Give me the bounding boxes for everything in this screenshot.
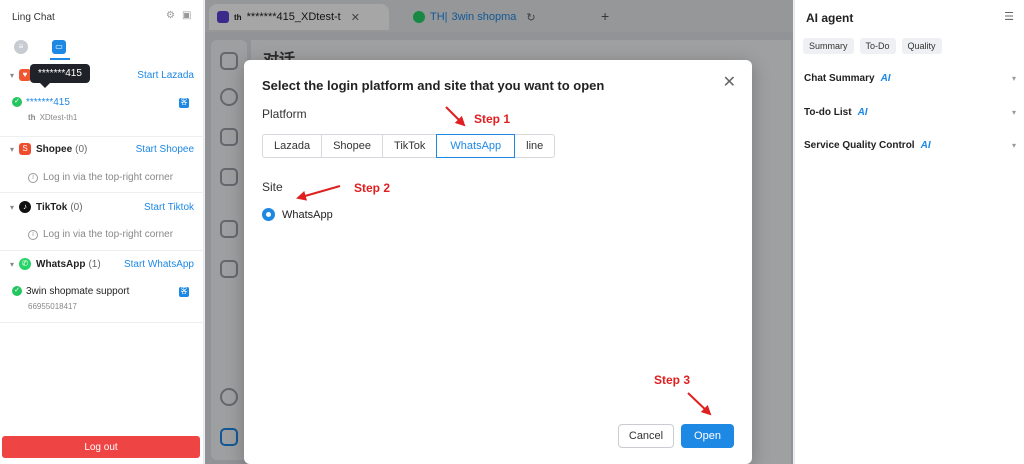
shopee-empty-hint: i Log in via the top-right corner xyxy=(28,172,173,183)
site-option-label: WhatsApp xyxy=(282,208,333,221)
account-name: *******415 xyxy=(26,97,70,108)
cancel-button[interactable]: Cancel xyxy=(618,424,674,448)
chip-summary[interactable]: Summary xyxy=(803,38,854,54)
empty-hint-text: Log in via the top-right corner xyxy=(43,229,174,240)
site-option-whatsapp[interactable]: WhatsApp xyxy=(262,208,333,221)
platform-name: WhatsApp xyxy=(36,258,86,270)
online-check-icon: ✓ xyxy=(12,97,22,108)
platform-count: (1) xyxy=(88,258,101,270)
account-tooltip: *******415 xyxy=(30,64,90,88)
empty-hint-text: Log in via the top-right corner xyxy=(43,172,174,183)
divider xyxy=(0,136,204,137)
list-mode-icon[interactable]: ≡ xyxy=(14,40,28,54)
chip-quality[interactable]: Quality xyxy=(901,38,942,54)
lazada-account[interactable]: ✓ *******415 th XDtest-th1 xyxy=(12,97,77,122)
chevron-down-icon[interactable]: ▾ xyxy=(10,203,14,212)
start-tiktok-link[interactable]: Start Tiktok xyxy=(144,202,194,213)
mode-switch: ≡ ▭ xyxy=(14,40,66,54)
step3-annotation: Step 3 xyxy=(654,373,691,387)
panel-chips: Summary To-Do Quality xyxy=(803,38,942,54)
account-badge-icon: 客 xyxy=(179,287,189,297)
settings-icon[interactable]: ⚙ xyxy=(166,11,176,21)
start-lazada-link[interactable]: Start Lazada xyxy=(137,70,194,81)
account-name: 3win shopmate support xyxy=(26,286,130,297)
shopee-icon: S xyxy=(19,143,32,155)
section-label: Chat Summary xyxy=(804,73,875,84)
ai-sparkle-icon: AI xyxy=(920,140,931,151)
section-service-quality[interactable]: Service Quality Control AI ▾ xyxy=(804,140,1016,151)
platform-selector: Lazada Shopee TikTok WhatsApp line xyxy=(262,134,556,158)
ai-agent-panel: AI agent ☰ Summary To-Do Quality Chat Su… xyxy=(794,0,1024,464)
panel-title: AI agent xyxy=(806,11,854,25)
divider xyxy=(0,192,204,193)
app-title: Ling Chat xyxy=(12,12,55,23)
collapse-panel-icon[interactable]: ☰ xyxy=(1004,10,1014,23)
account-sub-name: XDtest-th1 xyxy=(39,113,78,122)
tiktok-empty-hint: i Log in via the top-right corner xyxy=(28,229,173,240)
site-label: Site xyxy=(262,180,283,194)
start-shopee-link[interactable]: Start Shopee xyxy=(136,144,194,155)
step2-annotation: Step 2 xyxy=(354,181,391,195)
close-icon[interactable]: ✕ xyxy=(723,72,736,92)
platform-option-whatsapp[interactable]: WhatsApp xyxy=(436,134,516,158)
radio-selected-icon[interactable] xyxy=(262,208,275,221)
ai-sparkle-icon: AI xyxy=(880,73,891,84)
account-sub: th XDtest-th1 xyxy=(28,113,77,122)
whatsapp-icon: ✆ xyxy=(19,258,32,270)
section-label: Service Quality Control xyxy=(804,140,915,151)
account-sub: 66955018417 xyxy=(28,302,77,311)
platform-count: (0) xyxy=(70,201,83,213)
info-icon: i xyxy=(28,172,38,183)
chevron-down-icon[interactable]: ▾ xyxy=(1012,108,1016,117)
platform-label: Platform xyxy=(262,107,307,121)
platform-name: TikTok xyxy=(36,201,68,213)
mode-underline xyxy=(50,58,70,60)
chevron-down-icon[interactable]: ▾ xyxy=(10,71,14,80)
info-icon: i xyxy=(28,229,38,240)
window-icon[interactable]: ▣ xyxy=(182,11,192,21)
start-whatsapp-link[interactable]: Start WhatsApp xyxy=(124,259,194,270)
platform-option-shopee[interactable]: Shopee xyxy=(321,134,384,158)
platform-name: Shopee xyxy=(36,143,73,155)
platform-row-whatsapp[interactable]: ▾ ✆ WhatsApp (1) Start WhatsApp xyxy=(0,253,204,275)
dialog-title: Select the login platform and site that … xyxy=(262,78,605,93)
section-label: To-do List xyxy=(804,107,852,118)
section-todo-list[interactable]: To-do List AI ▾ xyxy=(804,107,1016,118)
online-check-icon: ✓ xyxy=(12,286,22,297)
logout-button[interactable]: Log out xyxy=(2,436,200,458)
platform-option-line[interactable]: line xyxy=(514,134,556,158)
tiktok-icon: ♪ xyxy=(19,201,32,213)
chevron-down-icon[interactable]: ▾ xyxy=(10,145,14,154)
divider xyxy=(0,250,204,251)
left-sidebar: Ling Chat ⚙ ▣ ≡ ▭ ▾ ♥ Start Lazada ✓ ****… xyxy=(0,0,204,464)
platform-option-tiktok[interactable]: TikTok xyxy=(382,134,438,158)
account-sub-prefix: th xyxy=(28,113,36,122)
platform-option-lazada[interactable]: Lazada xyxy=(262,134,323,158)
chevron-down-icon[interactable]: ▾ xyxy=(10,260,14,269)
platform-count: (0) xyxy=(75,143,88,155)
account-badge-icon: 客 xyxy=(179,98,189,108)
platform-row-shopee[interactable]: ▾ S Shopee (0) Start Shopee xyxy=(0,138,204,160)
whatsapp-account[interactable]: ✓ 3win shopmate support 66955018417 xyxy=(12,286,129,311)
chevron-down-icon[interactable]: ▾ xyxy=(1012,74,1016,83)
ai-sparkle-icon: AI xyxy=(857,107,868,118)
platform-row-tiktok[interactable]: ▾ ♪ TikTok (0) Start Tiktok xyxy=(0,196,204,218)
desktop-mode-icon[interactable]: ▭ xyxy=(52,40,66,54)
divider xyxy=(0,322,204,323)
chevron-down-icon[interactable]: ▾ xyxy=(1012,141,1016,150)
chip-todo[interactable]: To-Do xyxy=(859,38,896,54)
open-button[interactable]: Open xyxy=(681,424,734,448)
step1-annotation: Step 1 xyxy=(474,112,511,126)
section-chat-summary[interactable]: Chat Summary AI ▾ xyxy=(804,73,1016,84)
